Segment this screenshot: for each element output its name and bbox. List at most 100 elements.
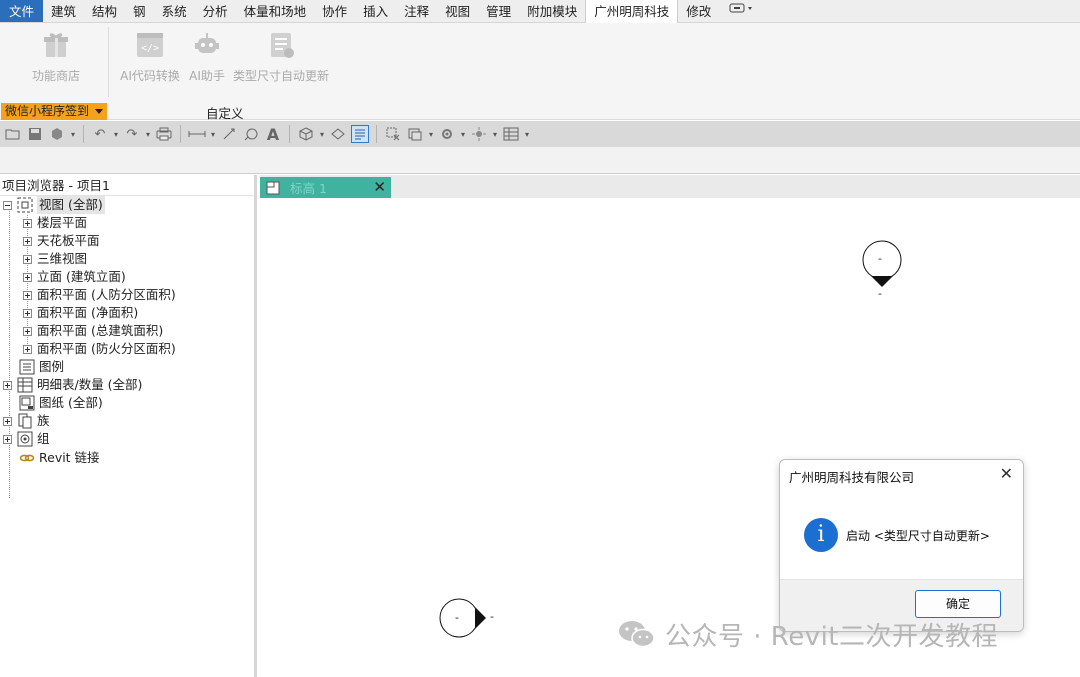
section-icon[interactable] <box>329 125 347 143</box>
expand-icon[interactable] <box>3 380 12 390</box>
tree-item-sheets[interactable]: 图纸 (全部) <box>19 394 103 412</box>
tab-massing-site[interactable]: 体量和场地 <box>236 0 315 22</box>
signin-panel-title[interactable]: 微信小程序签到 <box>1 103 108 120</box>
aligned-dimension-icon[interactable] <box>220 125 238 143</box>
settings-dropdown-icon[interactable]: ▾ <box>460 130 466 139</box>
tree-item-area-plan-fire[interactable]: 面积平面 (防火分区面积) <box>23 340 176 358</box>
tree-item-floor-plans[interactable]: 楼层平面 <box>23 214 87 232</box>
tab-manage[interactable]: 管理 <box>478 0 519 22</box>
ribbon-options-icon[interactable] <box>719 0 765 22</box>
close-icon[interactable]: ✕ <box>1000 464 1013 483</box>
measure-icon[interactable] <box>188 125 206 143</box>
tab-view[interactable]: 视图 <box>437 0 478 22</box>
tree-item-schedules[interactable]: 明细表/数量 (全部) <box>3 376 142 394</box>
switch-windows-icon[interactable] <box>406 125 424 143</box>
elevation-marker-label: - <box>455 611 459 624</box>
elevation-marker-top[interactable] <box>862 240 902 287</box>
expand-icon[interactable] <box>23 326 32 336</box>
dropdown-caret-icon <box>95 109 104 114</box>
tree-item-label: 天花板平面 <box>37 233 100 248</box>
expand-icon[interactable] <box>23 290 32 300</box>
elevation-marker-bottom[interactable] <box>439 598 486 638</box>
wechat-logo-icon <box>619 621 655 648</box>
measure-dropdown-icon[interactable]: ▾ <box>210 130 216 139</box>
project-browser: 项目浏览器 - 项目1 视图 (全部) 楼层平面 天花板平面 三维视图 立面 (… <box>0 175 257 677</box>
tab-addins[interactable]: 附加模块 <box>519 0 585 22</box>
render-dropdown-icon[interactable]: ▾ <box>492 130 498 139</box>
tab-systems[interactable]: 系统 <box>154 0 195 22</box>
tree-item-label: 视图 (全部) <box>37 196 105 214</box>
customize-toolbar-icon[interactable]: ▾ <box>524 130 530 139</box>
ai-code-button[interactable]: </> AI代码转换 <box>118 29 182 84</box>
tab-modify[interactable]: 修改 <box>678 0 719 22</box>
dialog-title: 广州明周科技有限公司 <box>789 470 915 485</box>
ai-assistant-button[interactable]: AI助手 <box>186 29 228 84</box>
tree-item-label: 立面 (建筑立面) <box>37 269 126 284</box>
views-icon <box>17 197 33 213</box>
tree-item-views[interactable]: 视图 (全部) <box>3 196 105 214</box>
tab-architecture[interactable]: 建筑 <box>43 0 84 22</box>
3d-view-dropdown-icon[interactable]: ▾ <box>319 130 325 139</box>
collapse-icon[interactable] <box>3 200 12 210</box>
tab-steel[interactable]: 钢 <box>125 0 154 22</box>
expand-icon[interactable] <box>23 344 32 354</box>
type-dim-update-button[interactable]: 类型尺寸自动更新 <box>230 29 332 84</box>
expand-icon[interactable] <box>23 272 32 282</box>
tab-level-1[interactable]: 标高 1 ✕ <box>260 177 391 198</box>
store-label: 功能商店 <box>31 69 80 83</box>
tree-item-area-plan-civil-defense[interactable]: 面积平面 (人防分区面积) <box>23 286 176 304</box>
text-icon[interactable]: A <box>264 125 282 144</box>
open-icon[interactable] <box>4 125 22 143</box>
expand-icon[interactable] <box>23 218 32 228</box>
render-icon[interactable] <box>470 125 488 143</box>
tab-collaborate[interactable]: 协作 <box>314 0 355 22</box>
tree-item-label: 楼层平面 <box>37 215 88 230</box>
tree-item-label: 图例 <box>39 359 65 374</box>
redo-icon[interactable]: ↷ <box>123 125 141 143</box>
tab-annotate[interactable]: 注释 <box>396 0 437 22</box>
tree-item-elevations[interactable]: 立面 (建筑立面) <box>23 268 126 286</box>
tree-item-ceiling-plans[interactable]: 天花板平面 <box>23 232 100 250</box>
tab-analyze[interactable]: 分析 <box>195 0 236 22</box>
settings-icon[interactable] <box>438 125 456 143</box>
sync-icon[interactable] <box>48 125 66 143</box>
tree-item-area-plan-net[interactable]: 面积平面 (净面积) <box>23 304 138 322</box>
options-bar <box>0 147 1080 174</box>
tree-item-groups[interactable]: 组 <box>3 430 50 448</box>
save-icon[interactable] <box>26 125 44 143</box>
signin-panel-label: 微信小程序签到 <box>5 104 90 118</box>
expand-icon[interactable] <box>3 416 12 426</box>
switch-windows-dropdown-icon[interactable]: ▾ <box>428 130 434 139</box>
ok-button[interactable]: 确定 <box>915 590 1001 618</box>
schedule-view-icon[interactable] <box>502 125 520 143</box>
tree-item-families[interactable]: 族 <box>3 412 50 430</box>
undo-icon[interactable]: ↶ <box>91 125 109 143</box>
3d-view-icon[interactable] <box>297 125 315 143</box>
tab-mingzhou[interactable]: 广州明周科技 <box>585 0 679 24</box>
close-icon[interactable]: ✕ <box>373 178 386 196</box>
elevation-marker-label: - <box>878 287 882 300</box>
watermark-text: 公众号 · Revit二次开发教程 <box>665 621 998 652</box>
type-dim-update-label: 类型尺寸自动更新 <box>232 69 329 83</box>
expand-icon[interactable] <box>23 308 32 318</box>
tree-item-area-plan-gross[interactable]: 面积平面 (总建筑面积) <box>23 322 163 340</box>
thin-lines-icon[interactable] <box>351 125 369 143</box>
tag-icon[interactable] <box>242 125 260 143</box>
ribbon-tab-bar: 文件 建筑 结构 钢 系统 分析 体量和场地 协作 插入 注释 视图 管理 附加… <box>0 0 1080 24</box>
store-button[interactable]: 功能商店 <box>28 29 84 84</box>
close-hidden-icon[interactable] <box>384 125 402 143</box>
tree-item-legends[interactable]: 图例 <box>19 358 64 376</box>
undo-dropdown-icon[interactable]: ▾ <box>113 130 119 139</box>
expand-icon[interactable] <box>23 254 32 264</box>
tab-insert[interactable]: 插入 <box>355 0 396 22</box>
print-icon[interactable] <box>155 125 173 143</box>
tree-item-revit-links[interactable]: Revit 链接 <box>19 449 100 467</box>
expand-icon[interactable] <box>23 236 32 246</box>
tab-structure[interactable]: 结构 <box>84 0 125 22</box>
tree-item-3d-views[interactable]: 三维视图 <box>23 250 87 268</box>
tree-item-label: 面积平面 (总建筑面积) <box>37 323 164 338</box>
expand-icon[interactable] <box>3 434 12 444</box>
redo-dropdown-icon[interactable]: ▾ <box>145 130 151 139</box>
sync-dropdown-icon[interactable]: ▾ <box>70 130 76 139</box>
tab-file[interactable]: 文件 <box>0 0 44 22</box>
